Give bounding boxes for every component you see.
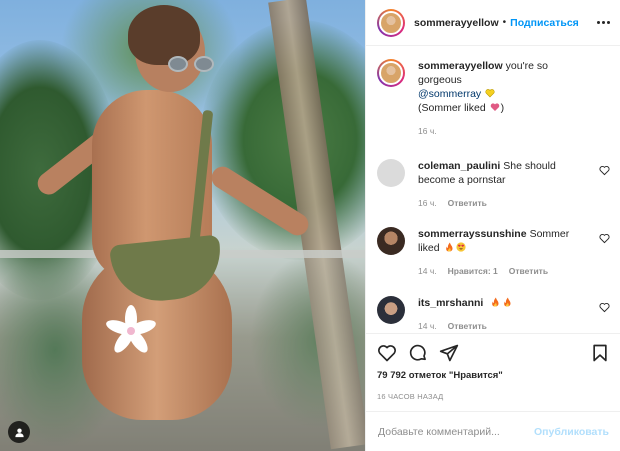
heart-eyes-emoji-icon [455,242,466,252]
reply-button[interactable]: Ответить [448,198,487,208]
bookmark-icon[interactable] [590,343,610,363]
user-tag-icon[interactable] [8,421,30,443]
commenter-avatar[interactable] [377,227,405,255]
lily-flower-sticker [104,305,158,357]
post-photo[interactable] [0,0,365,451]
comment-input[interactable] [378,425,535,438]
caption-time[interactable]: 16 ч. [418,126,437,136]
share-icon[interactable] [439,343,459,363]
likes-count[interactable]: 79 792 отметок "Нравится" [377,370,610,381]
caption-username[interactable]: sommerayyellow [418,60,503,72]
heart-icon[interactable] [599,165,610,176]
sunglasses [168,56,216,72]
comment-username[interactable]: its_mrshanni [418,297,483,309]
mention-link[interactable]: @sommerray [418,88,481,100]
add-comment-bar: Опубликовать [365,411,620,451]
liked-note-suffix: ) [500,102,505,114]
comment-text: coleman_paulini She should become a porns… [418,159,588,187]
comment-icon[interactable] [408,343,428,363]
commenter-avatar[interactable] [377,159,405,187]
action-icons [377,342,610,364]
comment-item: coleman_paulini She should become a porns… [377,159,610,208]
commenter-avatar[interactable] [377,296,405,324]
comment-meta: 14 ч. Ответить [418,321,588,331]
fire-emoji-icon [492,297,499,307]
heart-icon[interactable] [599,233,610,244]
post-header: sommerayyellow • Подписаться [366,0,620,46]
yellow-heart-emoji-icon [485,89,495,98]
fire-emoji-icon [504,297,511,307]
caption-meta: 16 ч. [418,126,588,136]
post-comment-button[interactable]: Опубликовать [534,426,609,438]
follow-button[interactable]: Подписаться [510,17,579,29]
reply-button[interactable]: Ответить [448,321,487,331]
comment-likes-count[interactable]: Нравится: 1 [448,266,498,276]
caption-text: sommerayyellow you're so gorgeous @sommer… [418,59,588,115]
heart-icon[interactable] [377,343,397,363]
fire-emoji-icon [445,242,453,252]
caption: sommerayyellow you're so gorgeous @sommer… [377,59,610,136]
pink-heart-emoji-icon [490,103,499,111]
author-username[interactable]: sommerayyellow [414,17,499,29]
more-options-icon[interactable] [597,21,610,24]
comment-item: its_mrshanni 14 ч. Ответить [377,296,610,331]
comment-username[interactable]: coleman_paulini [418,160,500,172]
comment-text: sommerrayssunshine Sommer liked [418,227,588,255]
comments-list[interactable]: sommerayyellow you're so gorgeous @sommer… [366,46,620,333]
post-sidebar: sommerayyellow • Подписаться sommerayyel… [365,0,620,451]
comment-meta: 14 ч. Нравится: 1 Ответить [418,266,588,276]
liked-note-prefix: (Sommer liked [418,102,486,114]
separator-dot: • [502,17,507,28]
comment-item: sommerrayssunshine Sommer liked 14 ч. Нра… [377,227,610,276]
comment-time[interactable]: 14 ч. [418,266,437,276]
comment-text: its_mrshanni [418,296,588,310]
comment-meta: 16 ч. Ответить [418,198,588,208]
instagram-post: sommerayyellow • Подписаться sommerayyel… [0,0,620,451]
author-avatar[interactable] [377,59,405,87]
author-avatar[interactable] [377,8,405,37]
post-timestamp[interactable]: 16 часов назад [377,392,610,401]
reply-button[interactable]: Ответить [509,266,548,276]
comment-username[interactable]: sommerrayssunshine [418,228,527,240]
comment-time[interactable]: 16 ч. [418,198,437,208]
heart-icon[interactable] [599,302,610,313]
comment-time[interactable]: 14 ч. [418,321,437,331]
